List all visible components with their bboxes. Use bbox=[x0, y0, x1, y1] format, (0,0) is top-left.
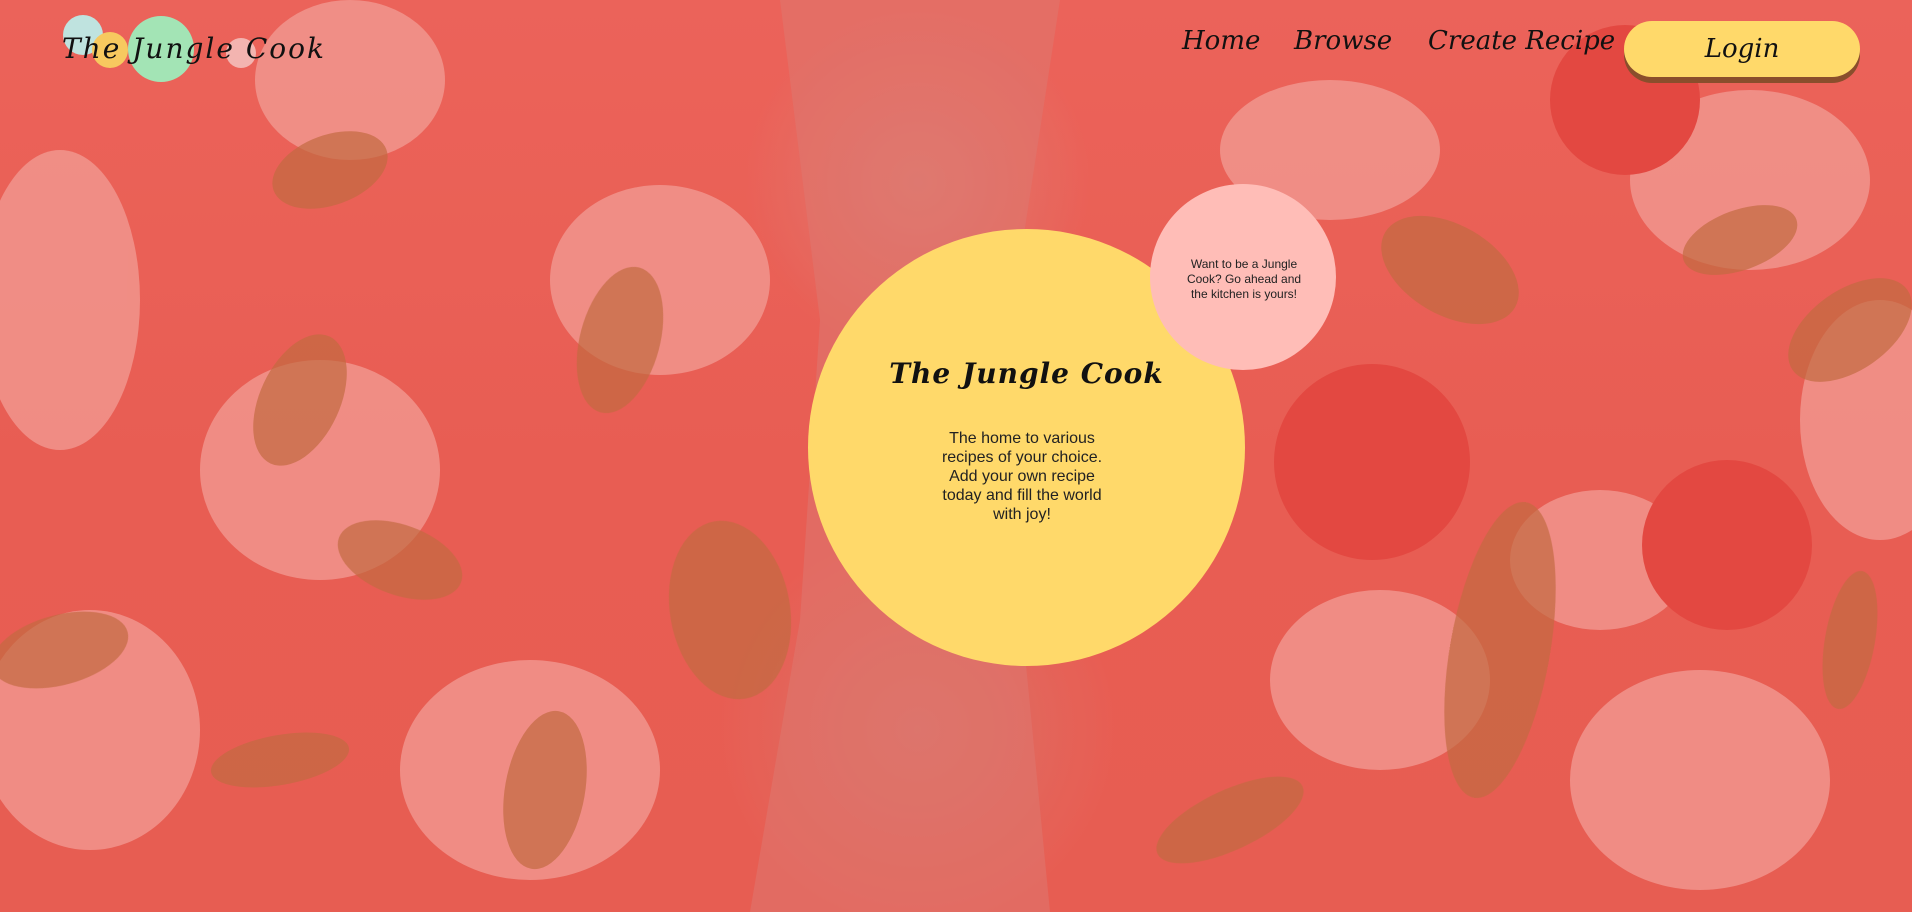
nav-create-recipe-link[interactable]: Create Recipe bbox=[1428, 26, 1615, 56]
login-button[interactable]: Login bbox=[1624, 21, 1860, 77]
brand-name: The Jungle Cook bbox=[62, 32, 326, 65]
promo-text: Want to be a Jungle Cook? Go ahead and t… bbox=[1186, 257, 1302, 301]
hero-title: The Jungle Cook bbox=[889, 357, 1164, 390]
hero-description: The home to various recipes of your choi… bbox=[941, 430, 1103, 523]
nav-home-link[interactable]: Home bbox=[1182, 26, 1260, 56]
nav-browse-link[interactable]: Browse bbox=[1294, 26, 1392, 56]
brand-logo[interactable]: The Jungle Cook bbox=[58, 14, 324, 86]
promo-bubble: Want to be a Jungle Cook? Go ahead and t… bbox=[1150, 184, 1336, 370]
